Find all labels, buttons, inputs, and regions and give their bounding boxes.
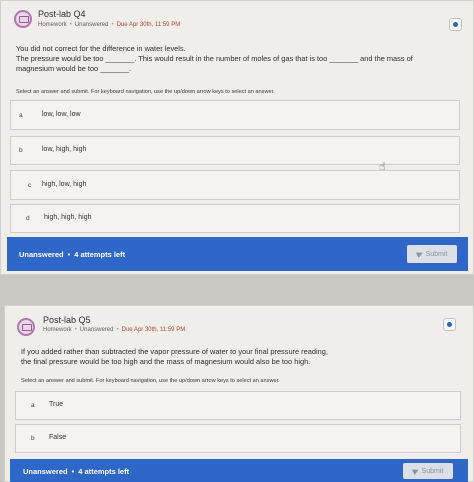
option-text: low, high, high <box>42 146 87 153</box>
question-line: the final pressure would be too high and… <box>21 357 311 366</box>
option-text: high, high, high <box>44 214 92 221</box>
option-letter: c <box>28 182 32 189</box>
submit-label: Submit <box>425 250 448 258</box>
question-title: Post-lab Q4 <box>38 9 86 19</box>
status-bar: Unanswered • 4 attempts left Submit <box>7 237 468 271</box>
submit-button[interactable]: Submit <box>407 245 457 263</box>
question-meta: Homework • Unanswered • Due Apr 30th, 11:59 … <box>43 327 186 333</box>
question-icon <box>17 318 35 336</box>
state-label: Unanswered <box>79 327 114 333</box>
question-text: If you added rather than subtracted the … <box>21 347 451 367</box>
option-text: False <box>49 434 67 441</box>
submit-label: Submit <box>421 467 444 475</box>
instructions: Select an answer and submit. For keyboar… <box>21 378 280 384</box>
question-card-q4: Post-lab Q4 Homework • Unanswered • Due Apr … <box>0 0 474 275</box>
homework-label: Homework <box>38 22 67 28</box>
answer-option-a[interactable]: a True <box>15 391 461 420</box>
answer-option-b[interactable]: b low, high, high <box>10 136 460 165</box>
status-text: Unanswered • 4 attempts left <box>23 467 130 476</box>
status-bar: Unanswered • 4 attempts left Submit <box>10 459 468 482</box>
status-text: Unanswered • 4 attempts left <box>19 250 126 259</box>
send-icon <box>411 467 420 475</box>
answer-option-c[interactable]: c high, low, high <box>10 170 460 200</box>
question-title: Post-lab Q5 <box>43 315 91 325</box>
question-card-q5: Post-lab Q5 Homework • Unanswered • Due Apr … <box>4 305 474 482</box>
question-line: If you added rather than subtracted the … <box>21 347 328 356</box>
question-meta: Homework • Unanswered • Due Apr 30th, 11:59 … <box>38 22 181 28</box>
option-letter: a <box>31 402 35 409</box>
option-text: True <box>49 401 64 408</box>
attempts-left: 4 attempts left <box>74 250 126 259</box>
question-icon <box>14 10 32 28</box>
question-options-button[interactable] <box>443 318 456 331</box>
due-label: Due Apr 30th, 11:59 PM <box>121 327 186 333</box>
answer-option-b[interactable]: b False <box>15 424 461 453</box>
question-line: You did not correct for the difference i… <box>16 44 186 53</box>
option-letter: b <box>19 147 23 154</box>
option-letter: d <box>26 215 30 222</box>
homework-label: Homework <box>43 327 72 333</box>
attempts-left: 4 attempts left <box>78 467 130 476</box>
question-text: You did not correct for the difference i… <box>16 44 456 74</box>
option-text: low, low, low <box>42 111 81 118</box>
answer-option-d[interactable]: d high, high, high <box>10 204 460 233</box>
send-icon <box>415 250 424 258</box>
question-line: magnesium would be too _______. <box>16 64 132 73</box>
option-letter: b <box>31 435 35 442</box>
due-label: Due Apr 30th, 11:59 PM <box>116 22 181 28</box>
hand-cursor-icon: ☝ <box>379 161 386 173</box>
submit-button[interactable]: Submit <box>403 463 453 479</box>
option-letter: a <box>19 112 23 119</box>
question-options-button[interactable] <box>449 18 462 31</box>
question-line: The pressure would be too _______. This … <box>16 54 413 63</box>
instructions: Select an answer and submit. For keyboar… <box>16 89 275 95</box>
status-state: Unanswered <box>19 250 64 259</box>
option-text: high, low, high <box>42 181 87 188</box>
status-state: Unanswered <box>23 467 68 476</box>
answer-option-a[interactable]: a low, low, low <box>10 100 460 130</box>
state-label: Unanswered <box>74 22 109 28</box>
